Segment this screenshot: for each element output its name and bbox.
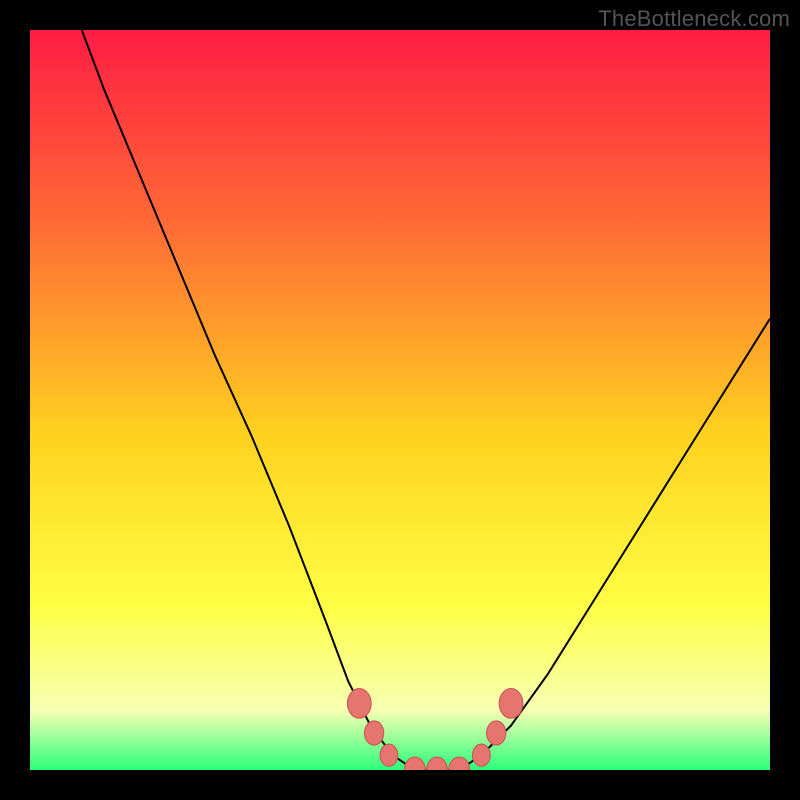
chart-frame: TheBottleneck.com — [0, 0, 800, 800]
curve-marker — [499, 689, 523, 719]
curve-marker — [473, 744, 491, 766]
bottleneck-chart — [30, 30, 770, 770]
watermark-text: TheBottleneck.com — [598, 6, 790, 32]
curve-marker — [487, 721, 506, 745]
curve-marker — [380, 744, 398, 766]
plot-area — [30, 30, 770, 770]
gradient-background — [30, 30, 770, 770]
curve-marker — [347, 689, 371, 719]
curve-marker — [364, 721, 383, 745]
